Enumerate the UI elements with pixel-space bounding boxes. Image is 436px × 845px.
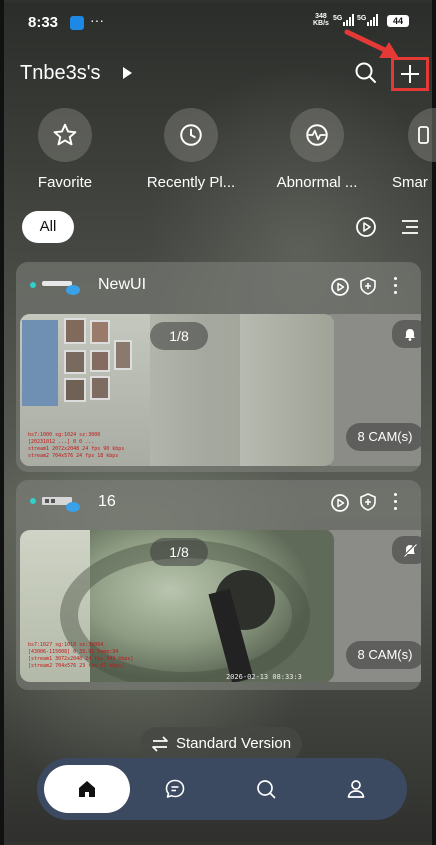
list-view-icon[interactable] [400, 218, 420, 236]
screen-edge-left [0, 0, 4, 845]
alarm-muted-button[interactable] [392, 536, 421, 564]
frame-image [90, 350, 110, 372]
shortcut-recent-circle [164, 108, 218, 162]
shortcut-smart[interactable]: Smar [383, 108, 436, 191]
more-menu-icon[interactable] [394, 493, 398, 511]
frame-image [114, 340, 132, 370]
overlay-line: [20231012 ...] 0 0 ... [28, 439, 95, 445]
shield-add-icon[interactable] [358, 492, 378, 512]
signal-bars-2-icon [367, 14, 378, 26]
net-speed-unit: KB/s [313, 20, 329, 27]
overlay-line: stream1 2072x2048 24 fps 90 kbps [28, 446, 125, 452]
filter-all-tab[interactable]: All [22, 211, 74, 243]
shortcut-abnormal-circle [290, 108, 344, 162]
app-notification-icon [70, 16, 84, 30]
battery-level: 44 [387, 15, 409, 27]
signal-bars-1-icon [343, 14, 354, 26]
poster-image [22, 320, 58, 406]
frame-image [64, 318, 86, 344]
device-name: NewUI [98, 276, 147, 293]
add-device-button[interactable] [391, 57, 429, 91]
page-indicator: 1/8 [150, 322, 208, 350]
shortcut-favorite-circle [38, 108, 92, 162]
video-timestamp: 2026-02-13 08:33:3 [226, 673, 302, 681]
frame-image [64, 350, 86, 374]
shortcut-recently-played[interactable]: Recently Pl... [136, 108, 246, 191]
nvr-device-icon [42, 281, 80, 295]
frame-image [64, 378, 86, 402]
shortcut-label: Recently Pl... [146, 174, 236, 191]
camera-count-badge: 8 CAM(s) [346, 641, 421, 669]
play-icon[interactable] [330, 493, 350, 513]
net-speed: 348 KB/s [313, 13, 329, 27]
message-icon[interactable] [163, 777, 187, 801]
shortcut-abnormal[interactable]: Abnormal ... [262, 108, 372, 191]
online-dot [30, 282, 36, 288]
device-icon [418, 126, 429, 144]
shortcut-favorite[interactable]: Favorite [10, 108, 120, 191]
clock-icon [180, 124, 202, 146]
search-icon[interactable] [354, 61, 378, 85]
overlay-line: bs7:1000 sg:1024 sz:3000 [28, 432, 101, 438]
net-speed-value: 348 [315, 13, 327, 20]
play-all-icon[interactable] [355, 216, 377, 238]
profile-icon[interactable] [344, 777, 368, 801]
overlay-line: [stream2 704x576 23 fps 47 kbps] [28, 663, 125, 669]
device-card[interactable]: 16 1/8 bs7:1027 sg:1018 sz:30064 [43006-… [16, 480, 421, 690]
shortcut-label: Favorite [37, 174, 93, 191]
more-notifications-icon: ··· [90, 12, 104, 28]
shortcut-label: Smar [392, 174, 428, 191]
play-icon[interactable] [330, 277, 350, 297]
caret-right-icon[interactable] [123, 67, 132, 79]
video-overlay-text: bs7:1000 sg:1024 sz:3000 [20231012 ...] … [28, 432, 124, 460]
frame-image [90, 320, 110, 344]
overlay-line: stream2 704x576 24 fps 18 kbps [28, 453, 119, 459]
home-icon[interactable] [75, 777, 99, 801]
swap-icon [152, 736, 168, 752]
star-icon [53, 123, 77, 146]
nvr-device-icon [42, 497, 80, 512]
device-card[interactable]: NewUI 1/8 bs7:1000 sg:1024 sz:3000 [2023… [16, 262, 421, 472]
signal-label-2: 5G [357, 15, 367, 22]
signal-label-1: 5G [333, 15, 343, 22]
video-overlay-text: bs7:1027 sg:1018 sz:30064 [43006-115008]… [28, 642, 133, 670]
shield-add-icon[interactable] [358, 276, 378, 296]
device-name: 16 [98, 493, 116, 510]
bell-muted-icon [403, 543, 417, 557]
overlay-line: bs7:1027 sg:1018 sz:30064 [28, 642, 104, 648]
alarm-bell-button[interactable] [392, 320, 421, 348]
online-dot [30, 498, 36, 504]
status-time: 8:33 [28, 14, 59, 31]
shortcut-label: Abnormal ... [276, 174, 358, 191]
camera-thumbnail[interactable]: 1/8 bs7:1027 sg:1018 sz:30064 [43006-115… [20, 530, 334, 682]
search-icon[interactable] [254, 777, 278, 801]
camera-count-badge: 8 CAM(s) [346, 423, 421, 451]
frame-image [90, 376, 110, 400]
overlay-line: [stream1 3072x2048 24 fps 343 kbps] [28, 656, 134, 662]
bell-icon [405, 329, 415, 341]
page-indicator: 1/8 [150, 538, 208, 566]
home-name[interactable]: Tnbe3s's [20, 62, 101, 85]
more-menu-icon[interactable] [394, 277, 398, 295]
shortcut-smart-circle [408, 108, 436, 162]
pulse-icon [306, 124, 328, 146]
overlay-line: [43006-115008] 0 33.91 Temp:34 [28, 649, 119, 655]
door-panel [240, 314, 334, 466]
camera-thumbnail[interactable]: 1/8 bs7:1000 sg:1024 sz:3000 [20231012 .… [20, 314, 334, 466]
